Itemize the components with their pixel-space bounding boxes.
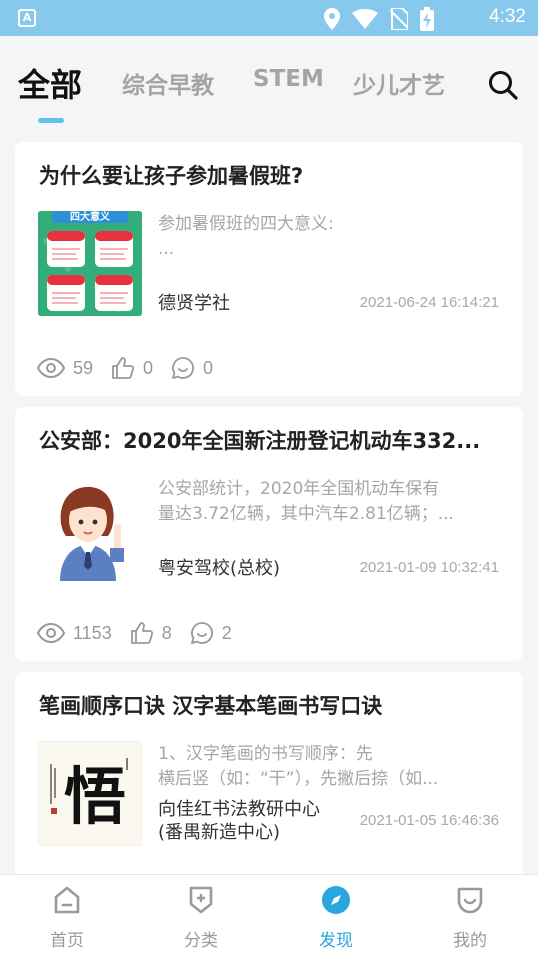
article-title: 公安部：2020年全国新注册登记机动车332... (39, 429, 481, 453)
app-notification-icon: A (18, 9, 36, 27)
location-icon (324, 8, 340, 30)
like-count[interactable]: 8 (130, 621, 172, 645)
article-date: 2021-01-05 16:46:36 (359, 812, 499, 829)
article-stats: 59 0 0 (37, 356, 231, 380)
article-card[interactable]: 为什么要让孩子参加暑假班? 四大意义 参加暑假班的四大意义: ... 德贤学社 … (15, 142, 523, 396)
article-stats: 1153 8 2 (37, 621, 250, 645)
eye-icon (37, 623, 65, 643)
tab-early-education[interactable]: 综合早教 (122, 66, 214, 100)
home-icon (54, 886, 80, 914)
article-date: 2021-01-09 10:32:41 (359, 559, 499, 576)
article-thumbnail: 四大意义 (38, 211, 142, 316)
battery-charging-icon (420, 7, 434, 31)
status-icons (324, 7, 434, 31)
police-officer-illustration (38, 476, 142, 581)
like-count[interactable]: 0 (111, 356, 153, 380)
no-sim-icon (390, 8, 408, 30)
article-thumbnail (38, 476, 142, 581)
view-count: 1153 (37, 623, 112, 644)
clock: 4:32 (489, 6, 526, 27)
comment-count[interactable]: 2 (190, 621, 232, 645)
article-summary: 1、汉字笔画的书写顺序：先 横后竖（如：“干”），先撇后捺（如... (158, 744, 439, 789)
view-count: 59 (37, 358, 93, 379)
article-author[interactable]: 向佳红书法教研中心 (番禺新造中心) (158, 798, 320, 844)
category-tabs: 全部 综合早教 STEM 少儿才艺 (0, 36, 538, 130)
article-title: 为什么要让孩子参加暑假班? (39, 164, 304, 188)
category-icon (189, 886, 213, 914)
status-bar: A 4:32 (0, 0, 538, 36)
article-card[interactable]: 笔画顺序口诀 汉字基本笔画书写口诀 悟 1、汉字笔画的书写顺序：先 横后竖（如：… (15, 672, 523, 882)
compass-icon (322, 886, 350, 914)
article-title: 笔画顺序口诀 汉字基本笔画书写口诀 (39, 694, 383, 718)
thumbs-up-icon (130, 622, 153, 644)
wifi-icon (352, 9, 378, 29)
comment-icon (172, 357, 195, 379)
eye-icon (37, 358, 65, 378)
article-author[interactable]: 粤安驾校(总校) (158, 557, 280, 580)
active-tab-indicator (38, 118, 64, 123)
article-summary: 公安部统计，2020年全国机动车保有 量达3.72亿辆，其中汽车2.81亿辆；.… (158, 479, 454, 524)
poster-title: 四大意义 (70, 211, 111, 223)
profile-icon (457, 887, 483, 914)
nav-profile[interactable]: 我的 (430, 885, 510, 951)
article-thumbnail: 悟 (38, 741, 142, 846)
calligraphy-character: 悟 (64, 760, 126, 833)
article-summary: 参加暑假班的四大意义: ... (158, 214, 334, 259)
nav-home[interactable]: 首页 (27, 885, 107, 951)
article-date: 2021-06-24 16:14:21 (359, 294, 499, 311)
calligraphy-image: 悟 (39, 742, 141, 845)
tab-stem[interactable]: STEM (253, 66, 324, 92)
article-author[interactable]: 德贤学社 (158, 292, 230, 315)
thumbs-up-icon (112, 357, 135, 379)
tab-talent[interactable]: 少儿才艺 (353, 66, 445, 100)
nav-discover[interactable]: 发现 (296, 885, 376, 951)
bottom-navigation: 首页 分类 发现 我的 (0, 874, 538, 956)
nav-category[interactable]: 分类 (161, 885, 241, 951)
comment-count[interactable]: 0 (171, 356, 213, 380)
article-card[interactable]: 公安部：2020年全国新注册登记机动车332... 公安部统计，2020年全国机… (15, 407, 523, 661)
summer-class-poster-image: 四大意义 (38, 211, 142, 316)
search-icon[interactable] (488, 70, 518, 100)
comment-icon (190, 622, 213, 644)
tab-all[interactable]: 全部 (18, 60, 82, 106)
